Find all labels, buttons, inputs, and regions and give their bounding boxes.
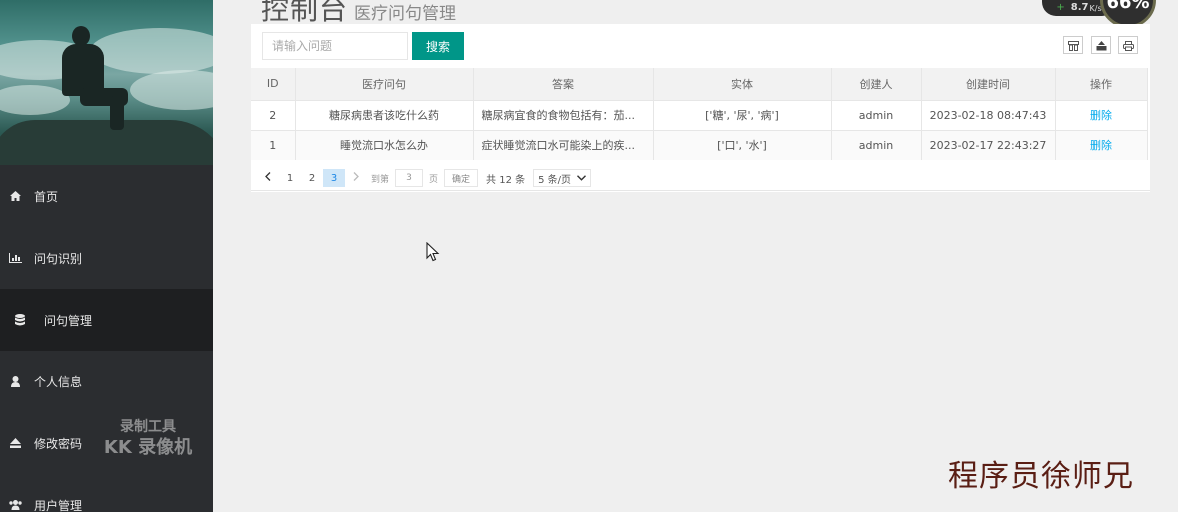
chevron-left-icon	[265, 172, 271, 184]
cell-id: 1	[251, 129, 296, 160]
sidebar-hero-image	[0, 0, 213, 165]
goto-label: 到第	[371, 174, 390, 185]
export-button[interactable]	[1091, 36, 1111, 54]
panel-divider	[251, 190, 1150, 191]
column-header-answer[interactable]: 答案	[473, 68, 654, 100]
cell-action: 删除	[1055, 99, 1148, 130]
export-icon	[1096, 36, 1107, 55]
sidebar-item-label: 首页	[34, 189, 59, 204]
goto-page-input[interactable]: 3	[395, 169, 424, 187]
table-row[interactable]: 1 睡觉流口水怎么办 症状睡觉流口水可能染上的疾... ['口', '水'] a…	[251, 129, 1148, 160]
sidebar-item-profile[interactable]: 个人信息	[0, 350, 213, 412]
table-row[interactable]: 2 糖尿病患者该吃什么药 糖尿病宜食的食物包括有：茄... ['糖', '尿',…	[251, 99, 1148, 130]
cell-action: 删除	[1055, 129, 1148, 160]
upload-arrow-icon: +	[1056, 2, 1065, 13]
cell-answer: 糖尿病宜食的食物包括有：茄...	[473, 99, 654, 130]
table-toolbar: 搜索	[251, 24, 1150, 68]
column-header-creator[interactable]: 创建人	[831, 68, 922, 100]
search-button[interactable]: 搜索	[412, 32, 464, 60]
mouse-cursor-icon	[426, 241, 440, 266]
column-header-id[interactable]: ID	[251, 68, 296, 100]
main-panel: 搜索 ID 医疗问句 答案	[251, 24, 1150, 192]
cell-question: 糖尿病患者该吃什么药	[295, 99, 474, 130]
column-header-action: 操作	[1055, 68, 1148, 100]
delete-link[interactable]: 删除	[1090, 139, 1112, 152]
columns-filter-button[interactable]	[1063, 36, 1083, 54]
page-size-value: 5 条/页	[538, 174, 572, 186]
recorder-watermark: 录制工具 KK 录像机	[100, 418, 196, 460]
sidebar-item-label: 修改密码	[34, 436, 83, 451]
database-icon	[0, 314, 40, 326]
columns-icon	[1067, 36, 1079, 55]
sidebar-item-label: 个人信息	[34, 374, 83, 389]
cell-created-time: 2023-02-17 22:43:27	[921, 129, 1056, 160]
sidebar-item-question-management[interactable]: 问句管理	[0, 289, 213, 351]
cell-created-time: 2023-02-18 08:47:43	[921, 99, 1056, 130]
home-icon	[0, 191, 30, 201]
user-icon	[0, 375, 30, 387]
page-subtitle: 医疗问句管理	[354, 4, 457, 24]
recorder-watermark-line1: 录制工具	[120, 419, 176, 435]
page-button-1[interactable]: 1	[279, 169, 301, 187]
page-button-2[interactable]: 2	[301, 169, 323, 187]
cell-entity: ['糖', '尿', '病']	[653, 99, 832, 130]
speed-value: 8.7	[1070, 2, 1089, 13]
cell-creator: admin	[831, 129, 922, 160]
sidebar-item-label: 问句识别	[34, 251, 83, 266]
recorder-watermark-line2: KK 录像机	[103, 437, 193, 458]
table-header-row: ID 医疗问句 答案 实体 创建人 创建时间 操作	[251, 68, 1148, 100]
delete-link[interactable]: 删除	[1090, 109, 1112, 122]
users-icon	[0, 500, 30, 510]
bar-chart-icon	[0, 253, 30, 263]
prev-page-button[interactable]	[257, 169, 279, 187]
page-header: 控制台 医疗问句管理	[261, 0, 457, 26]
question-table: ID 医疗问句 答案 实体 创建人 创建时间 操作 2 糖尿病患者该吃什么药 糖…	[251, 68, 1148, 160]
chevron-right-icon	[353, 172, 359, 184]
sidebar-item-label: 问句管理	[44, 313, 93, 328]
cell-answer: 症状睡觉流口水可能染上的疾...	[473, 129, 654, 160]
sidebar-item-user-management[interactable]: 用户管理	[0, 474, 213, 512]
sidebar-item-label: 用户管理	[34, 498, 83, 512]
column-header-entity[interactable]: 实体	[653, 68, 832, 100]
cell-creator: admin	[831, 99, 922, 130]
cell-entity: ['口', '水']	[653, 129, 832, 160]
page-unit-label: 页	[429, 174, 439, 185]
cell-question: 睡觉流口水怎么办	[295, 129, 474, 160]
chevron-down-icon	[577, 173, 587, 184]
brand-watermark: 程序员徐师兄	[948, 459, 1134, 494]
cell-id: 2	[251, 99, 296, 130]
print-icon	[1122, 36, 1134, 55]
column-header-created-time[interactable]: 创建时间	[921, 68, 1056, 100]
sidebar: 首页 问句识别 问句管理 个人信息 修改密码 用户管理 录制工具 KK 录像机	[0, 0, 213, 512]
search-input[interactable]	[262, 32, 408, 60]
print-button[interactable]	[1118, 36, 1138, 54]
sidebar-item-recognition[interactable]: 问句识别	[0, 227, 213, 289]
gauge-text: 66%	[1106, 0, 1150, 13]
eject-icon	[0, 438, 30, 448]
next-page-button[interactable]	[345, 169, 367, 187]
page-size-select[interactable]: 5 条/页	[533, 169, 592, 187]
sidebar-item-home[interactable]: 首页	[0, 165, 213, 227]
pagination: 1 2 3 到第 3 页 确定 共 12 条 5 条/页	[257, 169, 592, 187]
page-button-3[interactable]: 3	[323, 169, 345, 187]
goto-confirm-button[interactable]: 确定	[444, 169, 479, 187]
column-header-question[interactable]: 医疗问句	[295, 68, 474, 100]
total-count: 共 12 条	[486, 174, 526, 186]
